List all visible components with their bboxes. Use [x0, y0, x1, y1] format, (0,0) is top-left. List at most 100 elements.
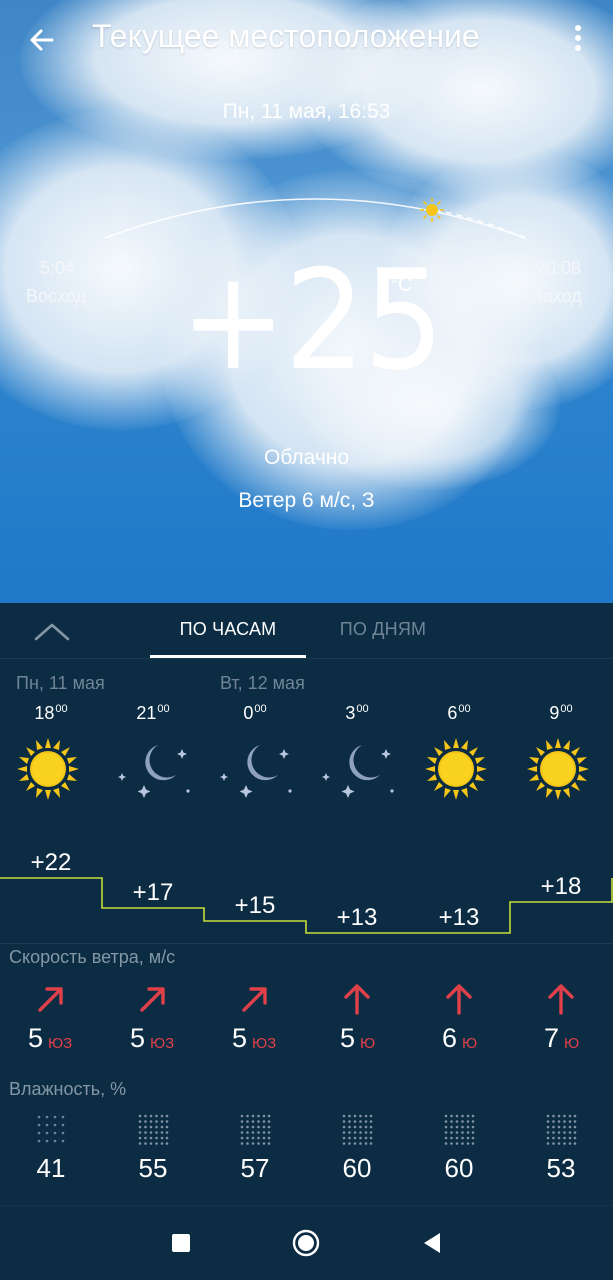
- arrow-up-icon: [545, 983, 577, 1015]
- humidity-dots-icon: [545, 1113, 577, 1147]
- humidity-dots-icon: [341, 1113, 373, 1147]
- wind-direction: ЮЗ: [150, 1035, 175, 1052]
- back-button[interactable]: [22, 20, 62, 60]
- wind-speed: 6: [442, 1023, 458, 1053]
- hour-column: 2100: [102, 703, 204, 724]
- humidity-dots-icon: [35, 1113, 67, 1147]
- weather-hero: Текущее местоположение Пн, 11 мая, 16:53…: [0, 0, 613, 603]
- arrow-up-icon: [341, 983, 373, 1015]
- wind-column: 7 Ю: [510, 983, 612, 1063]
- hour-column: 000: [204, 703, 306, 724]
- sun-icon: [422, 735, 498, 803]
- triangle-left-icon: [424, 1233, 440, 1253]
- arrow-northeast-icon: [35, 983, 67, 1015]
- recents-button[interactable]: [166, 1228, 196, 1258]
- hour-time: 000: [243, 703, 267, 723]
- hour-temperature: +22: [30, 849, 72, 876]
- wind-speed: 7: [544, 1023, 560, 1053]
- dot: [575, 35, 581, 41]
- hour-temperature: +18: [540, 873, 582, 900]
- divider: [0, 943, 613, 944]
- system-nav-bar: [0, 1205, 613, 1280]
- chevron-up-icon: [34, 623, 70, 641]
- hour-temperature: +13: [438, 904, 480, 931]
- wind-direction: Ю: [564, 1035, 580, 1052]
- hour-time: 600: [447, 703, 471, 723]
- wind-direction: ЮЗ: [252, 1035, 277, 1052]
- humidity-value: 41: [36, 1153, 66, 1183]
- square-icon: [172, 1234, 190, 1252]
- humidity-column: 41: [0, 1113, 102, 1193]
- sunset-label: Заход: [532, 286, 582, 306]
- humidity-dots-icon: [137, 1113, 169, 1147]
- arrow-left-icon: [30, 29, 54, 51]
- wind-column: 6 Ю: [408, 983, 510, 1063]
- arrow-up-icon: [443, 983, 475, 1015]
- humidity-value: 55: [138, 1153, 168, 1183]
- hour-time: 300: [345, 703, 369, 723]
- hour-column: 300: [306, 703, 408, 724]
- sun-icon: [14, 735, 90, 803]
- humidity-column: 53: [510, 1113, 612, 1193]
- wind-direction: Ю: [462, 1035, 478, 1052]
- arrow-northeast-icon: [137, 983, 169, 1015]
- hour-temperature: +17: [132, 879, 174, 906]
- humidity-section-title: Влажность, %: [9, 1079, 127, 1099]
- wind-column: 5 ЮЗ: [102, 983, 204, 1063]
- tab-hourly[interactable]: ПО ЧАСАМ: [150, 619, 306, 640]
- wind-column: 5 ЮЗ: [0, 983, 102, 1063]
- wind-direction: ЮЗ: [48, 1035, 73, 1052]
- wind-speed: 5: [130, 1023, 146, 1053]
- sun-position-icon: [420, 198, 444, 222]
- circle-icon: [292, 1229, 320, 1257]
- sunrise-time: 5:04: [40, 258, 76, 278]
- home-button[interactable]: [291, 1228, 321, 1258]
- moon-stars-icon: [116, 735, 192, 803]
- arrow-northeast-icon: [239, 983, 271, 1015]
- day-label: Пн, 11 мая: [16, 673, 105, 693]
- sun-icon: [524, 735, 600, 803]
- temperature-unit: °C: [390, 274, 413, 296]
- hourly-row: 1800 2100 000 300 600 900: [0, 703, 613, 803]
- weather-condition: Облачно: [263, 446, 350, 469]
- wind-direction: Ю: [360, 1035, 376, 1052]
- hour-column: 600: [408, 703, 510, 724]
- wind-speed: 5: [28, 1023, 44, 1053]
- dot: [575, 45, 581, 51]
- divider: [0, 658, 613, 659]
- wind-speed: 5: [340, 1023, 356, 1053]
- hour-temperature: +15: [234, 892, 276, 919]
- temperature-graph: +22 +17 +15 +13 +13 +18: [0, 841, 613, 941]
- humidity-column: 57: [204, 1113, 306, 1193]
- top-app-bar: Текущее местоположение: [0, 0, 613, 80]
- dot: [575, 25, 581, 31]
- hour-time: 1800: [34, 703, 68, 723]
- forecast-panel: ПО ЧАСАМ ПО ДНЯМ Пн, 11 мая Вт, 12 мая 1…: [0, 603, 613, 1205]
- humidity-column: 60: [306, 1113, 408, 1193]
- humidity-value: 57: [240, 1153, 270, 1183]
- humidity-column: 55: [102, 1113, 204, 1193]
- moon-stars-icon: [320, 735, 396, 803]
- hour-time: 2100: [136, 703, 170, 723]
- hour-column: 1800: [0, 703, 102, 724]
- hour-column: 900: [510, 703, 612, 724]
- current-temperature: +25: [180, 240, 444, 401]
- sunrise-label: Восход: [26, 286, 86, 306]
- hour-temperature: +13: [336, 904, 378, 931]
- back-nav-button[interactable]: [418, 1228, 448, 1258]
- day-label: Вт, 12 мая: [220, 673, 305, 693]
- humidity-value: 60: [444, 1153, 474, 1183]
- moon-stars-icon: [218, 735, 294, 803]
- sunset-time: 20:08: [536, 258, 582, 278]
- humidity-value: 53: [546, 1153, 576, 1183]
- page-title: Текущее местоположение: [92, 18, 480, 54]
- collapse-button[interactable]: [30, 615, 74, 649]
- more-options-button[interactable]: [566, 22, 590, 58]
- humidity-dots-icon: [443, 1113, 475, 1147]
- wind-column: 5 ЮЗ: [204, 983, 306, 1063]
- tab-daily[interactable]: ПО ДНЯМ: [318, 619, 448, 640]
- hour-time: 900: [549, 703, 573, 723]
- humidity-dots-icon: [239, 1113, 271, 1147]
- humidity-column: 60: [408, 1113, 510, 1193]
- humidity-value: 60: [342, 1153, 372, 1183]
